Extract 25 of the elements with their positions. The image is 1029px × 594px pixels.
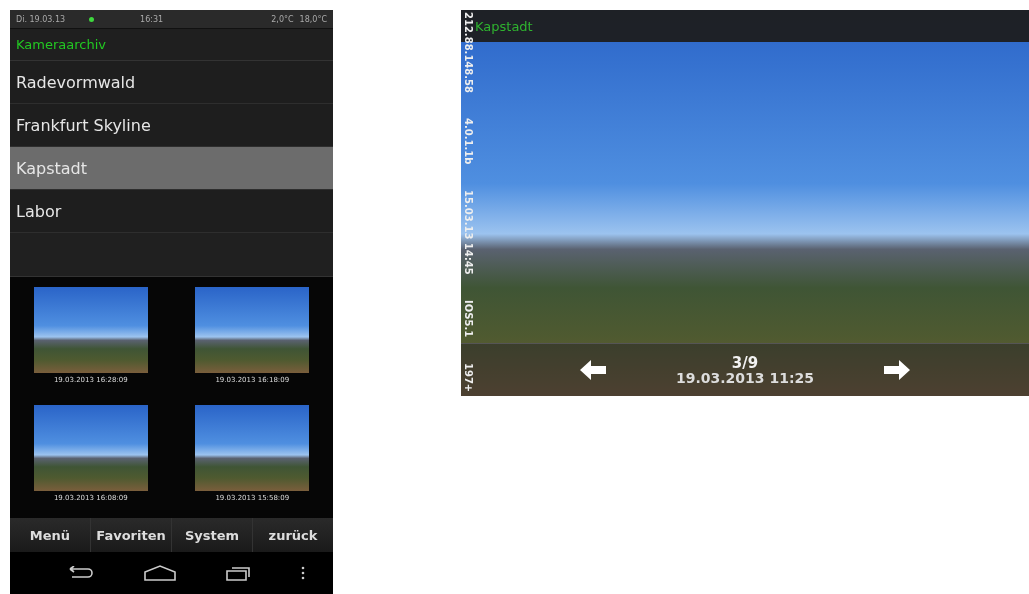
camera-list-item[interactable]: Kapstadt xyxy=(10,147,333,190)
image-timestamp: 19.03.2013 11:25 xyxy=(676,370,814,385)
image-counter: 3/9 xyxy=(731,355,759,371)
status-dot-icon xyxy=(89,16,95,22)
date-text: Di. 19.03.13 xyxy=(16,14,66,24)
photo-placeholder[interactable] xyxy=(33,287,148,373)
left-arrow-icon[interactable] xyxy=(580,360,606,380)
side-info-text: 15.03.13 14:45 xyxy=(462,190,474,275)
camera-title: Kapstadt xyxy=(475,18,533,34)
photo-placeholder[interactable] xyxy=(195,287,310,373)
screen-title: Kameraarchiv xyxy=(10,29,333,61)
photo-placeholder[interactable] xyxy=(33,404,148,491)
home-icon[interactable] xyxy=(143,565,178,581)
indoor-temperature: 18,0°C xyxy=(299,14,327,24)
side-info-text: 197+ xyxy=(462,362,474,392)
photo-placeholder[interactable] xyxy=(195,404,310,491)
right-arrow-icon[interactable] xyxy=(884,360,910,380)
side-info-text: IOS5.1 xyxy=(462,300,474,338)
overflow-menu-icon[interactable] xyxy=(300,566,305,580)
side-info-text: 212.88.148.58 xyxy=(462,12,474,93)
side-info-text: 4.0.1.1b xyxy=(462,118,474,165)
menu-button[interactable]: zurück xyxy=(253,518,333,552)
time-text: 16:31 xyxy=(140,14,164,24)
outdoor-temperature: 2,0°C xyxy=(271,14,294,24)
recent-apps-icon[interactable] xyxy=(225,565,252,581)
